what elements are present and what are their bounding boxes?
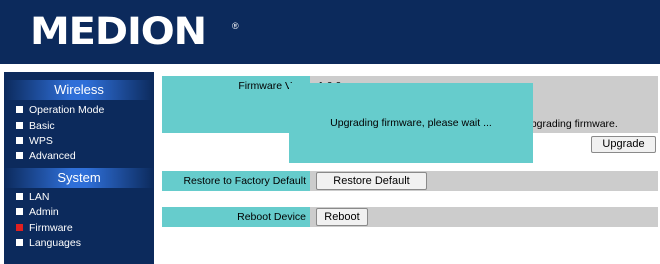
header-bar: MEDION ®	[0, 0, 660, 64]
sidebar-item-label: Admin	[29, 206, 59, 218]
restore-default-button[interactable]: Restore Default	[316, 172, 427, 190]
medion-logo: MEDION	[30, 10, 207, 53]
sidebar-item-wps[interactable]: WPS	[16, 134, 53, 149]
sidebar-item-label: Advanced	[29, 150, 76, 162]
sidebar-item-label: Languages	[29, 237, 81, 249]
sidebar-item-label: Firmware	[29, 222, 73, 234]
sidebar-item-label: Operation Mode	[29, 104, 105, 116]
sidebar-item-label: LAN	[29, 191, 50, 203]
bullet-icon	[16, 239, 23, 246]
bullet-icon	[16, 122, 23, 129]
bullet-icon	[16, 106, 23, 113]
sidebar-section-system: System	[4, 168, 154, 188]
upgrade-progress-message: Upgrading firmware, please wait ...	[330, 117, 492, 129]
sidebar-item-admin[interactable]: Admin	[16, 205, 59, 220]
sidebar-item-languages[interactable]: Languages	[16, 236, 81, 251]
sidebar-item-label: Basic	[29, 120, 55, 132]
sidebar-section-wireless: Wireless	[4, 80, 154, 100]
sidebar: Wireless Operation Mode Basic WPS Advanc…	[4, 72, 154, 264]
reboot-device-label: Reboot Device	[162, 207, 310, 227]
firmware-version-label: Firmware Vers	[162, 76, 310, 133]
registered-mark: ®	[232, 21, 239, 31]
sidebar-item-lan[interactable]: LAN	[16, 190, 49, 205]
sidebar-item-basic[interactable]: Basic	[16, 119, 55, 134]
sidebar-item-firmware[interactable]: Firmware	[16, 221, 73, 236]
active-bullet-icon	[16, 224, 23, 231]
bullet-icon	[16, 152, 23, 159]
bullet-icon	[16, 193, 23, 200]
upgrade-button[interactable]: Upgrade	[591, 136, 656, 153]
sidebar-item-advanced[interactable]: Advanced	[16, 149, 76, 164]
sidebar-item-operation-mode[interactable]: Operation Mode	[16, 103, 104, 118]
restore-default-label: Restore to Factory Default	[162, 171, 310, 191]
firmware-upgrade-description: upgrading firmware.	[525, 118, 618, 130]
bullet-icon	[16, 137, 23, 144]
sidebar-item-label: WPS	[29, 135, 53, 147]
bullet-icon	[16, 208, 23, 215]
upgrade-progress-overlay: Upgrading firmware, please wait ...	[289, 83, 533, 163]
reboot-button[interactable]: Reboot	[316, 208, 368, 226]
